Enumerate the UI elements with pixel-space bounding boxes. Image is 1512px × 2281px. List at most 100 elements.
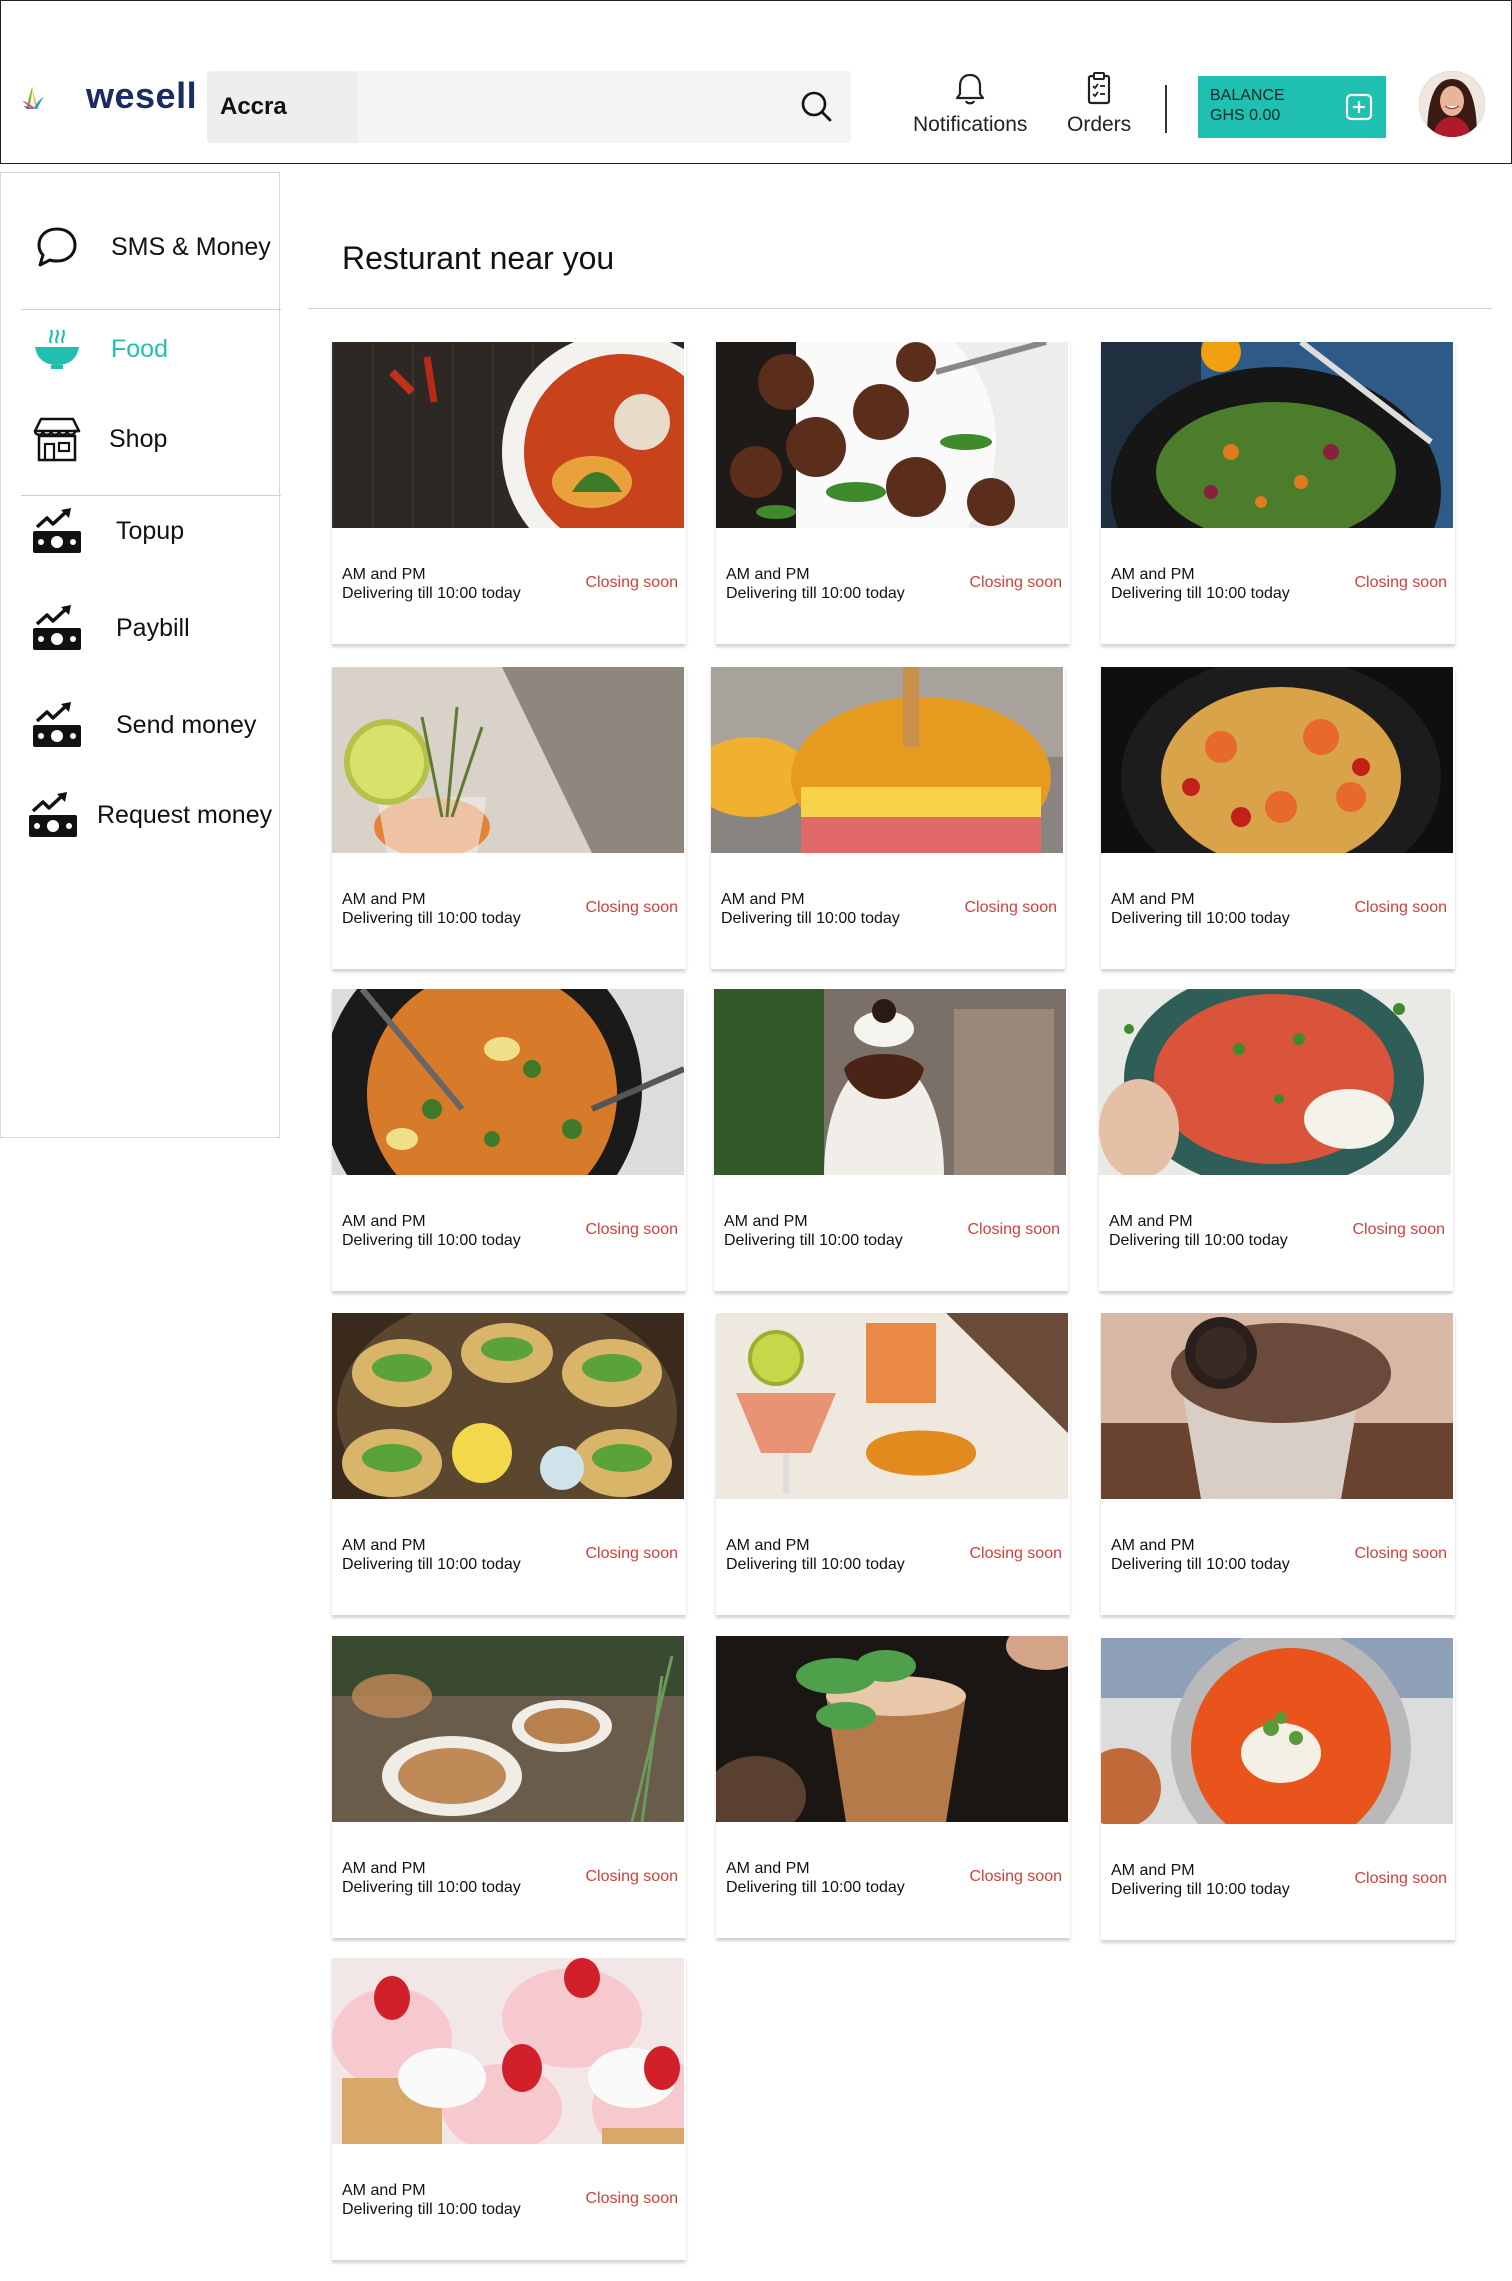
brand-name[interactable]: wesell xyxy=(86,75,197,117)
bowl-icon xyxy=(35,329,79,369)
status-badge: Closing soon xyxy=(964,899,1058,916)
sidebar-divider xyxy=(21,495,281,496)
sidebar: SMS & Money Food Shop Topup Paybill Send… xyxy=(0,172,281,1138)
restaurant-card[interactable]: AM and PM Delivering till 10:00 today Cl… xyxy=(332,1636,686,1938)
restaurant-card[interactable]: AM and PM Delivering till 10:00 today Cl… xyxy=(714,989,1068,1291)
restaurant-card[interactable]: AM and PM Delivering till 10:00 today Cl… xyxy=(1099,989,1453,1291)
restaurant-card[interactable]: AM and PM Delivering till 10:00 today Cl… xyxy=(716,342,1070,644)
restaurant-name: AM and PM xyxy=(342,891,426,908)
sidebar-item-request-money[interactable]: Request money xyxy=(1,785,281,845)
sidebar-item-sms-money[interactable]: SMS & Money xyxy=(1,217,281,277)
delivery-info: Delivering till 10:00 today xyxy=(342,910,521,927)
delivery-info: Delivering till 10:00 today xyxy=(726,1879,905,1896)
restaurant-name: AM and PM xyxy=(342,1213,426,1230)
sidebar-item-paybill[interactable]: Paybill xyxy=(1,598,281,658)
notifications-label: Notifications xyxy=(913,113,1028,136)
sidebar-item-label: Send money xyxy=(116,711,257,739)
restaurant-card[interactable]: AM and PM Delivering till 10:00 today Cl… xyxy=(332,1958,686,2260)
restaurant-card[interactable]: AM and PM Delivering till 10:00 today Cl… xyxy=(716,1636,1070,1938)
restaurant-image[interactable] xyxy=(711,667,1063,853)
plus-square-icon[interactable] xyxy=(1344,92,1374,122)
restaurant-card[interactable]: AM and PM Delivering till 10:00 today Cl… xyxy=(1101,342,1455,644)
sidebar-item-label: Topup xyxy=(116,517,185,545)
food-photo-tomato-soup xyxy=(1101,1638,1453,1824)
restaurant-image[interactable] xyxy=(1099,989,1451,1175)
delivery-info: Delivering till 10:00 today xyxy=(342,1232,521,1249)
restaurant-image[interactable] xyxy=(332,1958,684,2144)
sidebar-item-label: Request money xyxy=(97,801,273,829)
search-bar: Accra xyxy=(207,71,851,143)
search-input[interactable] xyxy=(357,71,777,143)
restaurant-image[interactable] xyxy=(332,989,684,1175)
restaurant-name: AM and PM xyxy=(342,2182,426,2199)
restaurant-card[interactable]: AM and PM Delivering till 10:00 today Cl… xyxy=(332,989,686,1291)
food-photo-orange-cocktails xyxy=(716,1313,1068,1499)
orders-button[interactable]: Orders xyxy=(1067,71,1131,137)
restaurant-card[interactable]: AM and PM Delivering till 10:00 today Cl… xyxy=(1101,667,1455,969)
restaurant-image[interactable] xyxy=(714,989,1066,1175)
balance-label: BALANCE xyxy=(1210,87,1285,104)
orders-label: Orders xyxy=(1067,113,1132,136)
sidebar-item-label: Food xyxy=(111,335,168,363)
restaurant-card[interactable]: AM and PM Delivering till 10:00 today Cl… xyxy=(332,342,686,644)
delivery-info: Delivering till 10:00 today xyxy=(1111,1556,1290,1573)
restaurant-image[interactable] xyxy=(1101,1313,1453,1499)
sidebar-item-label: SMS & Money xyxy=(111,233,271,261)
restaurant-image[interactable] xyxy=(1101,667,1453,853)
sidebar-item-topup[interactable]: Topup xyxy=(1,501,281,561)
delivery-info: Delivering till 10:00 today xyxy=(342,1879,521,1896)
status-badge: Closing soon xyxy=(967,1221,1061,1238)
notifications-button[interactable]: Notifications xyxy=(913,71,1027,137)
restaurant-card[interactable]: AM and PM Delivering till 10:00 today Cl… xyxy=(332,667,686,969)
restaurant-image[interactable] xyxy=(332,1313,684,1499)
money-growth-icon xyxy=(33,605,81,650)
delivery-info: Delivering till 10:00 today xyxy=(1109,1232,1288,1249)
restaurant-name: AM and PM xyxy=(1109,1213,1193,1230)
restaurant-image[interactable] xyxy=(716,1636,1068,1822)
sidebar-item-label: Paybill xyxy=(116,614,190,642)
food-photo-seafood-pasta xyxy=(1101,667,1453,853)
status-badge: Closing soon xyxy=(585,574,679,591)
location-selector[interactable]: Accra xyxy=(207,71,357,143)
storefront-icon xyxy=(33,417,81,462)
delivery-info: Delivering till 10:00 today xyxy=(1111,585,1290,602)
header-divider xyxy=(1165,85,1167,133)
restaurant-name: AM and PM xyxy=(1111,1862,1195,1879)
food-photo-burger xyxy=(711,667,1063,853)
status-badge: Closing soon xyxy=(1354,574,1448,591)
restaurant-image[interactable] xyxy=(716,1313,1068,1499)
restaurant-card[interactable]: AM and PM Delivering till 10:00 today Cl… xyxy=(1101,1638,1455,1940)
restaurant-image[interactable] xyxy=(1101,1638,1453,1824)
avatar[interactable] xyxy=(1419,71,1485,137)
balance-widget[interactable]: BALANCE GHS 0.00 xyxy=(1198,76,1386,138)
restaurant-image[interactable] xyxy=(332,342,684,528)
food-photo-cocktail-lime xyxy=(332,667,684,853)
sidebar-item-food[interactable]: Food xyxy=(1,319,281,379)
sidebar-item-shop[interactable]: Shop xyxy=(1,409,281,469)
restaurant-card[interactable]: AM and PM Delivering till 10:00 today Cl… xyxy=(716,1313,1070,1615)
restaurant-image[interactable] xyxy=(1101,342,1453,528)
sidebar-item-label: Shop xyxy=(109,425,168,453)
restaurant-card[interactable]: AM and PM Delivering till 10:00 today Cl… xyxy=(711,667,1065,969)
restaurant-image[interactable] xyxy=(716,342,1068,528)
restaurant-card[interactable]: AM and PM Delivering till 10:00 today Cl… xyxy=(1101,1313,1455,1615)
title-divider xyxy=(308,308,1492,309)
restaurant-image[interactable] xyxy=(332,667,684,853)
food-photo-rice-bowl xyxy=(1099,989,1451,1175)
restaurant-card[interactable]: AM and PM Delivering till 10:00 today Cl… xyxy=(332,1313,686,1615)
sidebar-item-send-money[interactable]: Send money xyxy=(1,695,281,755)
status-badge: Closing soon xyxy=(969,574,1063,591)
search-icon[interactable] xyxy=(797,87,837,127)
balance-amount: GHS 0.00 xyxy=(1210,107,1281,124)
restaurant-name: AM and PM xyxy=(342,566,426,583)
restaurant-image[interactable] xyxy=(332,1636,684,1822)
restaurant-name: AM and PM xyxy=(726,566,810,583)
status-badge: Closing soon xyxy=(1354,1545,1448,1562)
delivery-info: Delivering till 10:00 today xyxy=(1111,910,1290,927)
food-photo-oreo-shake xyxy=(1101,1313,1453,1499)
restaurant-name: AM and PM xyxy=(342,1537,426,1554)
food-photo-salad-plate xyxy=(1101,342,1453,528)
status-badge: Closing soon xyxy=(969,1868,1063,1885)
restaurant-name: AM and PM xyxy=(721,891,805,908)
wesell-logo-icon[interactable] xyxy=(21,65,85,131)
